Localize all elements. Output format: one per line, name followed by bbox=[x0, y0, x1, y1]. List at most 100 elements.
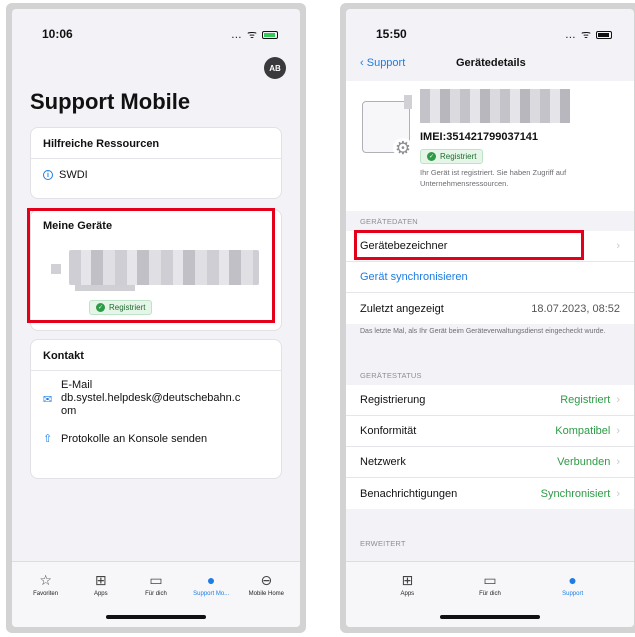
row-value: Verbunden bbox=[557, 456, 611, 468]
signal-wifi-icon: … ᯤ bbox=[564, 29, 592, 41]
badge-label: Registriert bbox=[440, 152, 477, 161]
status-icons: … ᯤ bbox=[231, 27, 278, 42]
resource-item-label: SWDI bbox=[59, 169, 88, 181]
imei-label: IMEI:351421799037141 bbox=[420, 131, 539, 143]
status-bar: 10:06 … ᯤ bbox=[12, 23, 300, 43]
device-header: ⚙ IMEI:351421799037141 ✓ Registriert Ihr… bbox=[346, 81, 634, 211]
tab-label: Support bbox=[562, 591, 584, 597]
check-icon: ✓ bbox=[427, 152, 436, 161]
for-you-icon: ▭ bbox=[149, 572, 163, 588]
tab-for-you[interactable]: ▭ Für dich bbox=[131, 572, 181, 597]
blurred-device-name bbox=[420, 89, 570, 123]
row-last-seen: Zuletzt angezeigt 18.07.2023, 08:52 bbox=[346, 293, 634, 324]
resources-title: Hilfreiche Ressourcen bbox=[43, 138, 160, 150]
device-status-group: Registrierung Registriert › Konformität … bbox=[346, 385, 634, 509]
row-label: Benachrichtigungen bbox=[360, 487, 458, 500]
gear-icon: ⚙ bbox=[393, 138, 413, 158]
support-icon: ● bbox=[568, 572, 577, 588]
row-notifications[interactable]: Benachrichtigungen Synchronisiert › bbox=[346, 478, 634, 509]
send-logs-label: Protokolle an Konsole senden bbox=[61, 432, 208, 445]
email-label: E-Mail bbox=[61, 379, 93, 391]
last-seen-explanation: Das letzte Mal, als Ihr Gerät beim Gerät… bbox=[360, 328, 606, 335]
mail-icon: ✉ bbox=[43, 394, 53, 406]
status-icons: … ᯤ bbox=[565, 27, 612, 42]
email-text: E-Mail db.systel.helpdesk@deutschebahn.c… bbox=[61, 379, 240, 418]
tab-label: Mobile Home bbox=[248, 591, 285, 597]
signal-wifi-icon: … ᯤ bbox=[230, 29, 258, 41]
status-time: 15:50 bbox=[376, 27, 407, 41]
phone-left: 10:06 … ᯤ AB Support Mobile Hilfreiche R… bbox=[6, 3, 306, 633]
email-row[interactable]: ✉ E-Mail db.systel.helpdesk@deutschebahn… bbox=[31, 371, 281, 418]
status-bar: 15:50 … ᯤ bbox=[346, 23, 634, 43]
tab-label: Für dich bbox=[145, 591, 167, 597]
tab-apps[interactable]: ⊞ Apps bbox=[76, 572, 126, 597]
nav-title: Gerätedetails bbox=[456, 57, 526, 69]
registration-description: Ihr Gerät ist registriert. Sie haben Zug… bbox=[420, 168, 567, 188]
sync-device-button[interactable]: Gerät synchronisieren bbox=[346, 262, 634, 293]
back-label: Support bbox=[366, 57, 406, 69]
chevron-right-icon: › bbox=[616, 425, 620, 437]
section-device-data: GERÄTEDATEN bbox=[360, 217, 418, 226]
support-icon: ● bbox=[206, 572, 216, 588]
tab-favorites[interactable]: ☆ Favoriten bbox=[21, 572, 71, 597]
device-icon: ⚙ bbox=[362, 101, 413, 158]
home-icon: ⊖ bbox=[260, 572, 273, 588]
send-logs-row[interactable]: ⇧ Protokolle an Konsole senden bbox=[31, 418, 281, 446]
tab-apps[interactable]: ⊞ Apps bbox=[382, 572, 432, 597]
email-address[interactable]: db.systel.helpdesk@deutschebahn.c bbox=[61, 392, 240, 405]
tab-label: Apps bbox=[400, 591, 415, 597]
status-time: 10:06 bbox=[42, 27, 73, 41]
email-address-cont[interactable]: om bbox=[61, 405, 240, 418]
chevron-right-icon: › bbox=[616, 456, 620, 468]
for-you-icon: ▭ bbox=[483, 572, 497, 588]
row-label: Registrierung bbox=[360, 394, 426, 406]
battery-icon bbox=[262, 30, 278, 39]
row-label: Zuletzt angezeigt bbox=[360, 302, 444, 315]
contact-card: Kontakt ✉ E-Mail db.systel.helpdesk@deut… bbox=[30, 339, 282, 479]
screen-right: 15:50 … ᯤ ‹ Support Gerätedetails ⚙ IMEI… bbox=[346, 9, 634, 627]
row-value: Registriert bbox=[560, 394, 611, 406]
avatar[interactable]: AB bbox=[264, 57, 286, 79]
back-button[interactable]: ‹ Support bbox=[360, 57, 405, 69]
star-icon: ☆ bbox=[39, 572, 52, 588]
contact-title: Kontakt bbox=[43, 350, 84, 362]
home-indicator[interactable] bbox=[106, 615, 206, 619]
highlight-box bbox=[354, 230, 584, 260]
home-indicator[interactable] bbox=[440, 615, 540, 619]
tab-support[interactable]: ● Support Mo... bbox=[186, 572, 236, 597]
chevron-right-icon: › bbox=[616, 394, 620, 406]
tab-label: Apps bbox=[93, 591, 108, 597]
tab-for-you[interactable]: ▭ Für dich bbox=[465, 572, 515, 597]
row-label: Netzwerk bbox=[360, 456, 406, 468]
tab-label: Für dich bbox=[479, 591, 501, 597]
apps-grid-icon: ⊞ bbox=[94, 572, 107, 588]
row-compliance[interactable]: Konformität Kompatibel › bbox=[346, 416, 634, 447]
page-title: Support Mobile bbox=[30, 89, 191, 114]
blurred-mark bbox=[404, 95, 412, 109]
tab-bar: ⊞ Apps ▭ Für dich ● Support bbox=[346, 561, 634, 627]
row-value: Kompatibel bbox=[555, 425, 611, 437]
phone-right: 15:50 … ᯤ ‹ Support Gerätedetails ⚙ IMEI… bbox=[340, 3, 635, 633]
battery-icon bbox=[596, 30, 612, 39]
highlight-box bbox=[27, 208, 275, 323]
row-registration[interactable]: Registrierung Registriert › bbox=[346, 385, 634, 416]
canvas: 10:06 … ᯤ AB Support Mobile Hilfreiche R… bbox=[0, 0, 635, 637]
tab-support[interactable]: ● Support bbox=[548, 572, 598, 597]
tab-label: Favoriten bbox=[33, 591, 59, 597]
info-icon: i bbox=[43, 170, 53, 180]
apps-grid-icon: ⊞ bbox=[401, 572, 414, 588]
tab-mobile-home[interactable]: ⊖ Mobile Home bbox=[241, 572, 291, 597]
resource-item-swdi[interactable]: i SWDI bbox=[31, 159, 281, 191]
row-value: 18.07.2023, 08:52 bbox=[531, 302, 620, 315]
tab-bar: ☆ Favoriten ⊞ Apps ▭ Für dich ● Support … bbox=[12, 561, 300, 627]
row-value: Synchronisiert bbox=[540, 487, 611, 500]
sync-label: Gerät synchronisieren bbox=[360, 271, 468, 283]
section-device-status: GERÄTESTATUS bbox=[360, 371, 422, 380]
tab-label: Support Mo... bbox=[193, 591, 230, 597]
chevron-right-icon: › bbox=[616, 240, 620, 252]
row-network[interactable]: Netzwerk Verbunden › bbox=[346, 447, 634, 478]
row-label: Konformität bbox=[360, 425, 417, 437]
chevron-right-icon: › bbox=[616, 487, 620, 500]
resources-card: Hilfreiche Ressourcen i SWDI bbox=[30, 127, 282, 199]
nav-bar: ‹ Support Gerätedetails bbox=[346, 53, 634, 77]
